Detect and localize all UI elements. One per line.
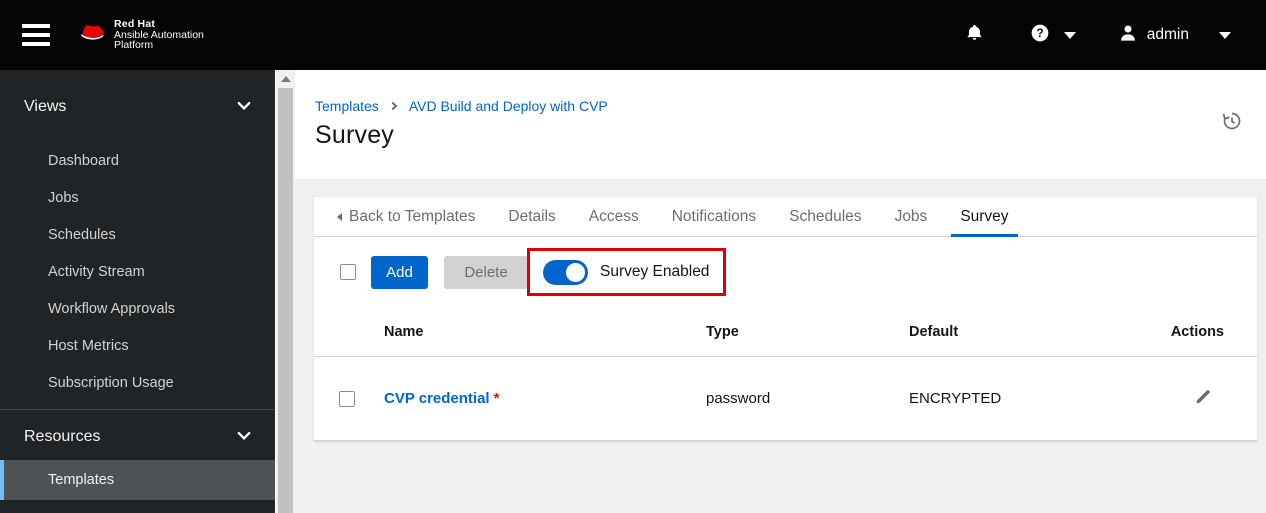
tab-survey[interactable]: Survey: [951, 197, 1018, 237]
sidebar-item-subscription-usage[interactable]: Subscription Usage: [0, 364, 275, 401]
page-header: Templates AVD Build and Deploy with CVP …: [295, 70, 1266, 179]
sidebar-item-schedules[interactable]: Schedules: [0, 216, 275, 253]
breadcrumb-template-name-link[interactable]: AVD Build and Deploy with CVP: [409, 98, 608, 114]
annotation-highlight-box: Survey Enabled: [527, 248, 727, 296]
user-icon: [1118, 23, 1138, 48]
required-asterisk: *: [493, 390, 500, 407]
add-button[interactable]: Add: [371, 255, 428, 289]
row-type: password: [706, 390, 771, 407]
tab-bar: Back to Templates Details Access Notific…: [314, 197, 1257, 237]
sidebar-section-label: Views: [24, 98, 67, 115]
history-button[interactable]: [1222, 111, 1242, 131]
tab-details[interactable]: Details: [508, 197, 555, 236]
main-content: Templates AVD Build and Deploy with CVP …: [295, 70, 1266, 513]
survey-enabled-toggle[interactable]: [543, 259, 588, 285]
select-all-checkbox[interactable]: [340, 264, 356, 280]
survey-question-link[interactable]: CVP credential: [384, 390, 490, 407]
chevron-down-icon: [237, 98, 251, 116]
sidebar-nav: Views Dashboard Jobs Schedules Activity …: [0, 70, 275, 513]
tab-label: Back to Templates: [349, 207, 476, 225]
row-checkbox[interactable]: [339, 390, 355, 407]
sidebar-item-host-metrics[interactable]: Host Metrics: [0, 327, 275, 364]
redhat-fedora-icon: [76, 21, 107, 49]
user-menu-label[interactable]: admin: [1147, 26, 1189, 44]
edit-pencil-icon: [1196, 389, 1210, 404]
edit-button[interactable]: [1194, 388, 1212, 406]
sidebar-section-label: Resources: [24, 428, 101, 445]
brand-text: Red Hat Ansible Automation Platform: [114, 19, 204, 51]
user-dropdown-toggle[interactable]: [1219, 31, 1231, 39]
tab-jobs[interactable]: Jobs: [895, 197, 928, 236]
column-header-type: Type: [706, 323, 739, 340]
vertical-scrollbar[interactable]: [276, 70, 295, 513]
column-header-actions: Actions: [1170, 323, 1224, 340]
table-row: CVP credential * password ENCRYPTED: [314, 357, 1257, 441]
tab-notifications[interactable]: Notifications: [672, 197, 756, 236]
user-avatar: [1118, 23, 1138, 48]
sidebar-item-jobs[interactable]: Jobs: [0, 179, 275, 216]
scrollbar-thumb[interactable]: [278, 88, 293, 513]
tab-access[interactable]: Access: [589, 197, 639, 236]
toggle-knob: [566, 262, 585, 282]
column-header-name: Name: [384, 323, 424, 340]
help-dropdown-toggle[interactable]: [1063, 31, 1076, 39]
breadcrumb-separator-icon: [388, 101, 398, 111]
sidebar-item-workflow-approvals[interactable]: Workflow Approvals: [0, 290, 275, 327]
brand-logo: Red Hat Ansible Automation Platform: [76, 19, 204, 51]
notifications-button[interactable]: [965, 23, 984, 48]
history-icon: [1222, 112, 1242, 135]
survey-enabled-label: Survey Enabled: [600, 263, 710, 280]
column-header-default: Default: [909, 323, 959, 340]
survey-toolbar: Add Delete Survey Enabled: [314, 237, 1257, 307]
tab-back-to-templates[interactable]: Back to Templates: [337, 197, 475, 236]
caret-down-icon: [1063, 31, 1076, 39]
help-button[interactable]: ?: [1030, 23, 1050, 48]
breadcrumb: Templates AVD Build and Deploy with CVP: [315, 98, 1266, 114]
sidebar-section-resources[interactable]: Resources: [0, 422, 275, 452]
svg-text:?: ?: [1036, 27, 1043, 40]
chevron-down-icon: [237, 428, 251, 446]
breadcrumb-templates-link[interactable]: Templates: [315, 98, 379, 114]
caret-down-icon: [1219, 31, 1231, 39]
sidebar-section-views[interactable]: Views: [0, 92, 275, 122]
scrollbar-up-arrow-icon[interactable]: [276, 70, 295, 88]
page-title: Survey: [315, 121, 395, 149]
question-circle-icon: ?: [1030, 23, 1050, 48]
nav-toggle-hamburger-icon[interactable]: [22, 24, 50, 46]
sidebar-item-dashboard[interactable]: Dashboard: [0, 142, 275, 179]
sidebar-divider: [0, 409, 275, 410]
masthead: Red Hat Ansible Automation Platform ? ad…: [0, 0, 1266, 70]
caret-left-icon: [337, 212, 342, 221]
sidebar-item-activity-stream[interactable]: Activity Stream: [0, 253, 275, 290]
tab-schedules[interactable]: Schedules: [789, 197, 861, 236]
bell-icon: [965, 23, 984, 48]
delete-button[interactable]: Delete: [444, 255, 528, 289]
sidebar-item-templates[interactable]: Templates: [0, 460, 275, 500]
table-header-row: Name Type Default Actions: [314, 307, 1257, 357]
survey-card: Back to Templates Details Access Notific…: [314, 197, 1257, 441]
brand-line3: Platform: [114, 39, 154, 52]
row-default: ENCRYPTED: [909, 390, 1002, 407]
page-body: Back to Templates Details Access Notific…: [295, 179, 1266, 513]
